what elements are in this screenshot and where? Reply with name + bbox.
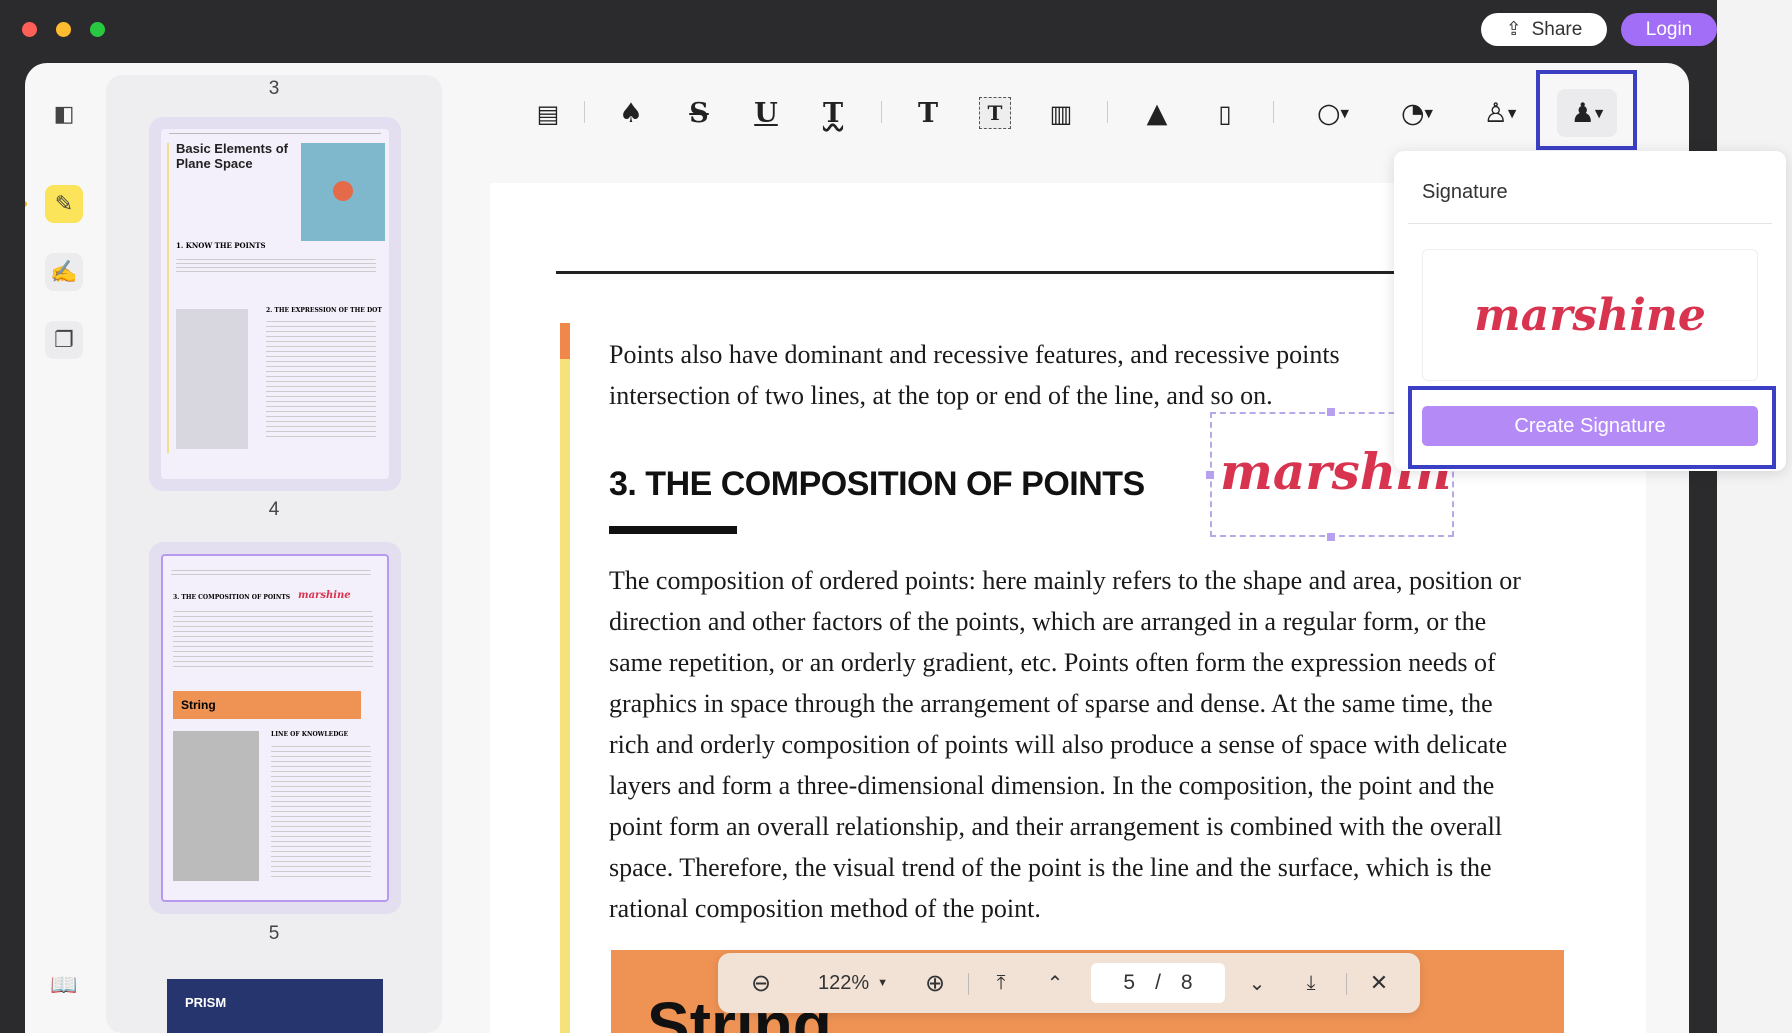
thumbnail-panel: 3 Basic Elements of Plane Space 1. KNOW … bbox=[106, 75, 442, 1033]
thumbnail-page-4[interactable]: Basic Elements of Plane Space 1. KNOW TH… bbox=[149, 117, 401, 491]
divider bbox=[556, 271, 1420, 274]
maximize-window-button[interactable] bbox=[90, 22, 105, 37]
sticker-dropdown-icon[interactable]: ◔ ▼ bbox=[1387, 93, 1447, 133]
paragraph-line: same repetition, or an orderly gradient,… bbox=[609, 648, 1496, 677]
thumb-heading: 3. THE COMPOSITION OF POINTS bbox=[173, 594, 291, 601]
paragraph-line: graphics in space through the arrangemen… bbox=[609, 689, 1493, 718]
resize-handle[interactable] bbox=[1327, 533, 1335, 541]
thumb-heading: 1. KNOW THE POINTS bbox=[176, 241, 266, 250]
caret-down-icon: ▼ bbox=[877, 977, 889, 989]
paragraph-line: The composition of ordered points: here … bbox=[609, 566, 1521, 595]
page-separator: / bbox=[1155, 971, 1161, 994]
previous-page-icon[interactable]: ⌃ bbox=[1040, 953, 1070, 1013]
stamp-dropdown-icon[interactable]: ♙ ▼ bbox=[1470, 93, 1530, 133]
strikethrough-icon[interactable]: S bbox=[677, 93, 721, 133]
page-input[interactable]: 5 / 8 bbox=[1091, 963, 1225, 1003]
text-icon[interactable]: T bbox=[906, 93, 950, 133]
signature-dropdown-icon[interactable]: ♟ ▼ bbox=[1557, 89, 1617, 137]
resize-handle[interactable] bbox=[1206, 471, 1214, 479]
total-pages: 8 bbox=[1180, 971, 1193, 994]
panel-toggle-icon[interactable]: ◧ bbox=[45, 95, 83, 133]
highlighter-icon[interactable]: ♠ bbox=[609, 93, 653, 133]
popover-title: Signature bbox=[1422, 181, 1508, 203]
reader-mode-icon[interactable]: 📖 bbox=[45, 966, 83, 1004]
minimize-window-button[interactable] bbox=[56, 22, 71, 37]
login-button[interactable]: Login bbox=[1621, 13, 1717, 46]
first-page-icon[interactable]: ⤒ bbox=[986, 953, 1016, 1013]
left-rail: ◧ ✎ ✍ ❐ 📖 bbox=[25, 63, 105, 1033]
paragraph-line: layers and form a three-dimensional dime… bbox=[609, 771, 1495, 800]
organize-pages-icon[interactable]: ❐ bbox=[45, 321, 83, 359]
note-icon[interactable]: ▤ bbox=[526, 93, 570, 133]
next-page-icon[interactable]: ⌄ bbox=[1242, 953, 1272, 1013]
thumbnail-page-5[interactable]: 3. THE COMPOSITION OF POINTS marshine St… bbox=[149, 542, 401, 914]
zoom-in-icon[interactable]: ⊕ bbox=[920, 953, 950, 1013]
share-icon: ⇪ bbox=[1505, 19, 1522, 40]
comment-mode-icon[interactable]: ✎ bbox=[45, 185, 83, 223]
last-page-icon[interactable]: ⤓ bbox=[1296, 953, 1326, 1013]
thumb-title: PRISM bbox=[185, 995, 227, 1010]
paragraph-line: direction and other factors of the point… bbox=[609, 607, 1487, 636]
paragraph-line: point form an overall relationship, and … bbox=[609, 812, 1503, 841]
thumbnail-page-6[interactable]: PRISM bbox=[167, 979, 383, 1033]
heading-underline bbox=[609, 526, 737, 534]
squiggly-icon[interactable]: T bbox=[811, 93, 855, 133]
paragraph-line: rational composition method of the point… bbox=[609, 894, 1041, 923]
thumb-heading: LINE OF KNOWLEDGE bbox=[271, 731, 349, 738]
accent-bar bbox=[560, 323, 570, 1033]
section-heading: 3. THE COMPOSITION OF POINTS bbox=[609, 465, 1145, 503]
signature-popover: Signature marshine Create Signature bbox=[1394, 151, 1786, 471]
active-indicator bbox=[25, 201, 27, 207]
paragraph-line: space. Therefore, the visual trend of th… bbox=[609, 853, 1492, 882]
close-window-button[interactable] bbox=[22, 22, 37, 37]
page-label: 5 bbox=[268, 923, 280, 944]
create-signature-button[interactable]: Create Signature bbox=[1422, 406, 1758, 446]
zoom-level: 122% bbox=[817, 971, 870, 994]
paragraph-line: rich and orderly composition of points w… bbox=[609, 730, 1508, 759]
zoom-out-icon[interactable]: ⊖ bbox=[746, 953, 776, 1013]
thumb-heading: 2. THE EXPRESSION OF THE DOT bbox=[266, 307, 382, 314]
edit-mode-icon[interactable]: ✍ bbox=[45, 253, 83, 291]
page-label: 3 bbox=[268, 78, 280, 99]
saved-signature-card[interactable]: marshine bbox=[1422, 249, 1758, 381]
thumb-signature: marshine bbox=[298, 590, 351, 601]
current-page: 5 bbox=[1123, 971, 1136, 994]
thumb-title: Basic Elements of Plane Space bbox=[176, 141, 288, 171]
close-icon[interactable]: ✕ bbox=[1364, 953, 1394, 1013]
zoom-dropdown[interactable]: 122% ▼ bbox=[808, 953, 898, 1013]
pencil-icon[interactable]: ▲ bbox=[1135, 93, 1179, 133]
divider bbox=[1408, 223, 1772, 224]
resize-handle[interactable] bbox=[1327, 408, 1335, 416]
page-navigation-bar: ⊖ 122% ▼ ⊕ ⤒ ⌃ 5 / 8 ⌄ ⤓ ✕ bbox=[718, 953, 1420, 1013]
eraser-icon[interactable]: ▯ bbox=[1203, 93, 1247, 133]
thumb-block: String bbox=[173, 691, 361, 719]
underline-icon[interactable]: U bbox=[744, 93, 788, 133]
saved-signature: marshine bbox=[1474, 289, 1706, 341]
paragraph-line: Points also have dominant and recessive … bbox=[609, 340, 1340, 369]
text-box-icon[interactable]: T bbox=[979, 97, 1011, 129]
share-label: Share bbox=[1531, 18, 1583, 40]
paragraph-line: intersection of two lines, at the top or… bbox=[609, 381, 1273, 410]
shape-dropdown-icon[interactable]: ○ ▼ bbox=[1303, 93, 1363, 133]
page-label: 4 bbox=[268, 499, 280, 520]
share-button[interactable]: ⇪ Share bbox=[1481, 13, 1607, 46]
text-callout-icon[interactable]: ▥ bbox=[1039, 93, 1083, 133]
